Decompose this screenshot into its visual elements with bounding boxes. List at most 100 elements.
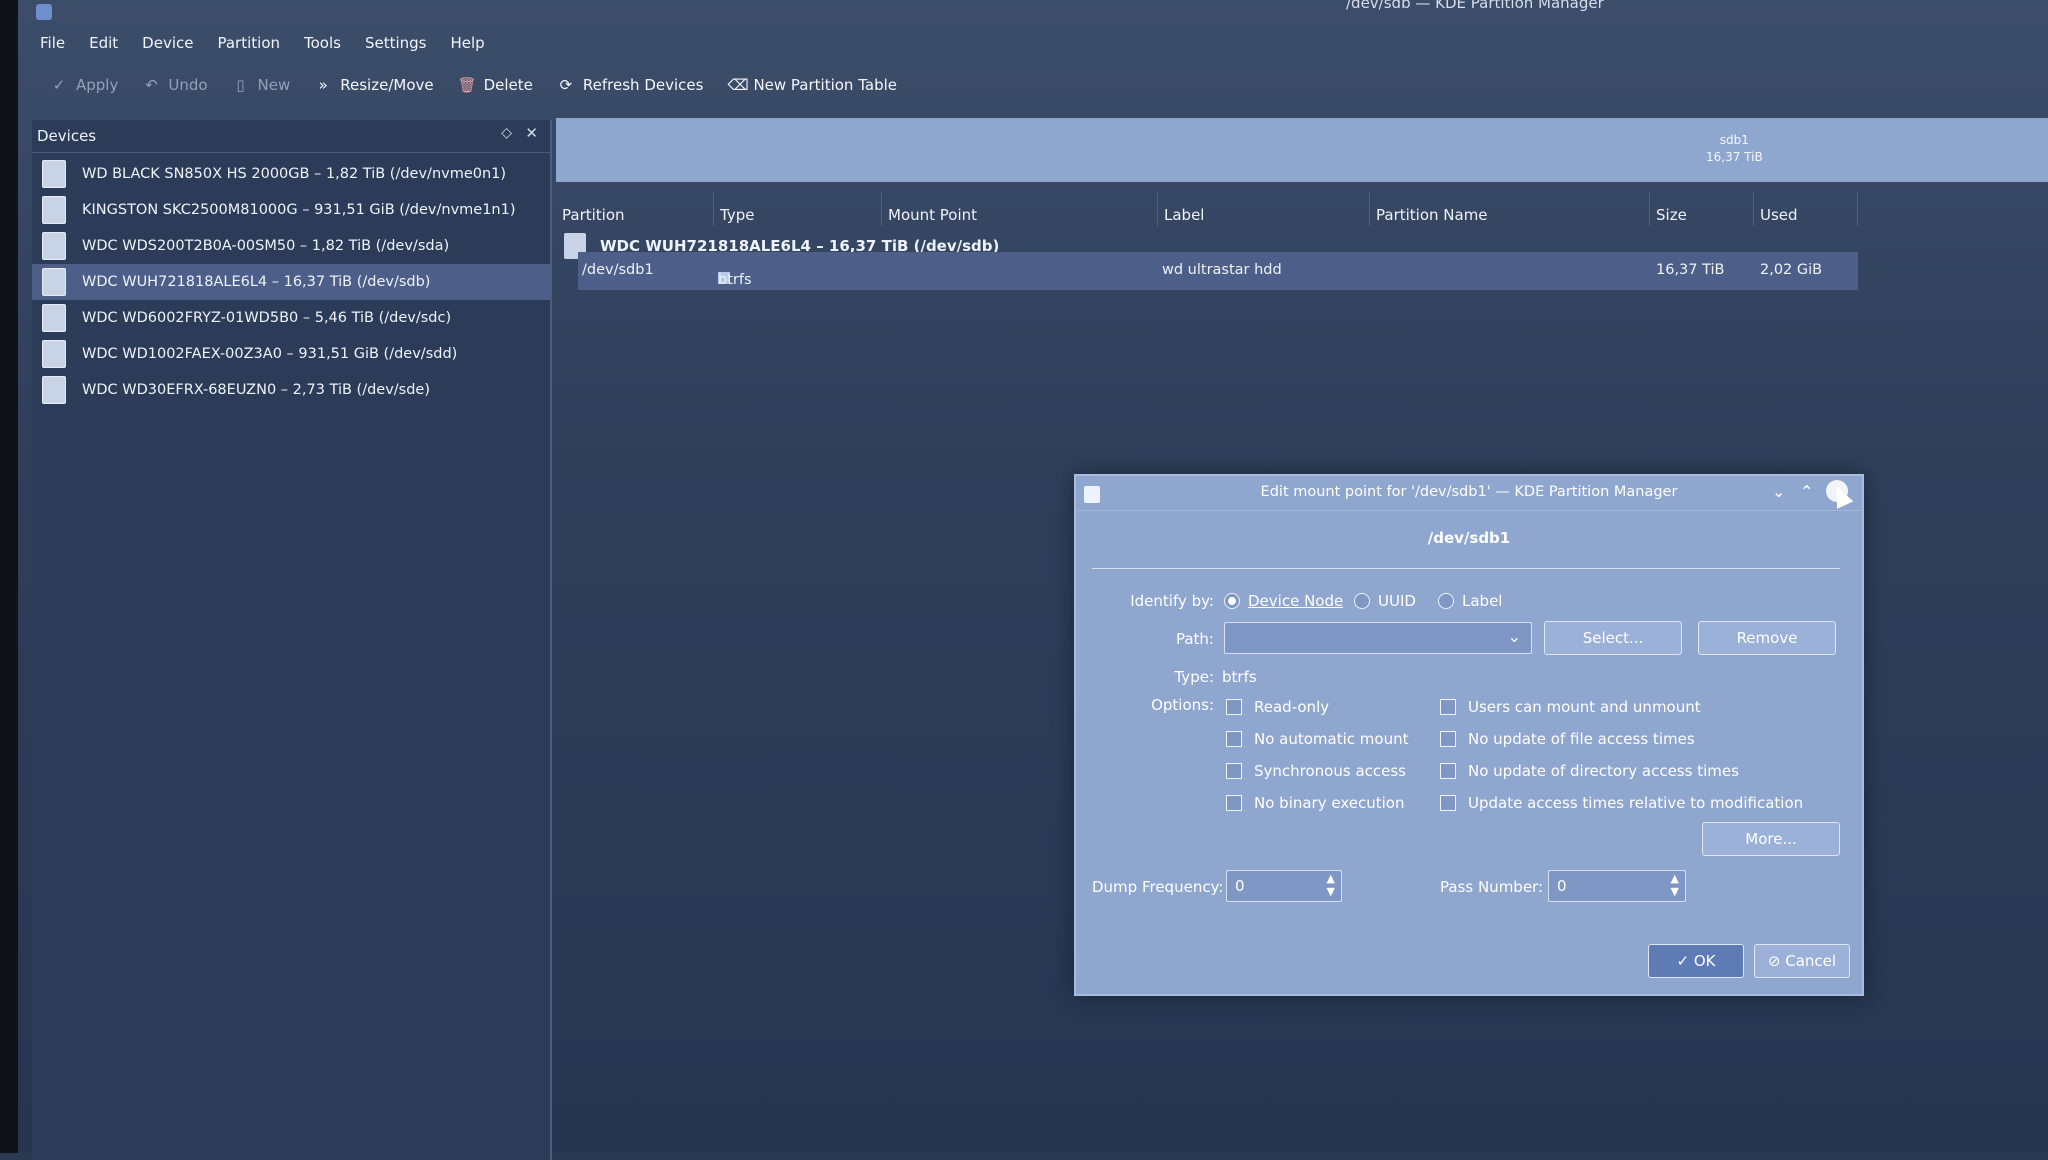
device-label: WDC WD6002FRYZ-01WD5B0 – 5,46 TiB (/dev/… xyxy=(82,310,452,326)
float-panel-icon[interactable]: ◇ xyxy=(501,125,512,141)
undo-button[interactable]: ↶ Undo xyxy=(142,76,207,94)
cell-type-value: btrfs xyxy=(718,272,752,288)
trash-icon: 🗑 xyxy=(457,76,477,94)
column-header-partition[interactable]: Partition xyxy=(556,192,714,226)
column-header-label[interactable]: Label xyxy=(1158,192,1370,226)
new-button[interactable]: ▯ New xyxy=(232,76,291,94)
undo-label: Undo xyxy=(168,76,208,94)
device-item-sda[interactable]: WDC WDS200T2B0A-00SM50 – 1,82 TiB (/dev/… xyxy=(32,228,550,264)
maximize-icon[interactable]: ⌃ xyxy=(1800,482,1813,501)
remove-button[interactable]: Remove xyxy=(1698,621,1836,655)
spin-arrows-icon[interactable]: ▲ ▼ xyxy=(1671,872,1679,898)
window-title: /dev/sdb — KDE Partition Manager xyxy=(1346,0,1604,12)
resize-move-label: Resize/Move xyxy=(340,76,434,94)
dialog-titlebar[interactable]: Edit mount point for '/dev/sdb1' — KDE P… xyxy=(1076,476,1862,511)
option-label: No automatic mount xyxy=(1254,730,1409,748)
toolbar: ✓ Apply ↶ Undo ▯ New » Resize/Move 🗑 Del… xyxy=(50,76,921,94)
device-item-sdb[interactable]: WDC WUH721818ALE6L4 – 16,37 TiB (/dev/sd… xyxy=(32,264,550,300)
cell-used: 2,02 GiB xyxy=(1760,262,1823,278)
spin-arrows-icon[interactable]: ▲ ▼ xyxy=(1327,872,1335,898)
column-header-used[interactable]: Used xyxy=(1754,192,1858,226)
device-label: WD BLACK SN850X HS 2000GB – 1,82 TiB (/d… xyxy=(82,166,507,182)
options-label: Options: xyxy=(1151,696,1214,714)
option-no-file-atime[interactable]: No update of file access times xyxy=(1440,730,1695,748)
checkbox xyxy=(1226,795,1242,811)
cancel-button[interactable]: ⊘ Cancel xyxy=(1754,944,1850,978)
dump-frequency-spinbox[interactable]: 0 ▲ ▼ xyxy=(1226,870,1342,902)
delete-button[interactable]: 🗑 Delete xyxy=(458,76,533,94)
device-label: WDC WD1002FAEX-00Z3A0 – 931,51 GiB (/dev… xyxy=(82,346,458,362)
radio-device-node[interactable]: Device Node xyxy=(1224,592,1343,610)
radio-indicator xyxy=(1224,593,1240,609)
option-no-dir-atime[interactable]: No update of directory access times xyxy=(1440,762,1739,780)
new-table-label: New Partition Table xyxy=(753,76,897,94)
refresh-label: Refresh Devices xyxy=(582,76,704,94)
drive-icon xyxy=(42,340,66,368)
checkbox xyxy=(1226,699,1242,715)
path-label: Path: xyxy=(1175,630,1214,648)
menu-settings[interactable]: Settings xyxy=(365,34,427,52)
resize-move-button[interactable]: » Resize/Move xyxy=(314,76,434,94)
option-label: Users can mount and unmount xyxy=(1468,698,1701,716)
device-item-sde[interactable]: WDC WD30EFRX-68EUZN0 – 2,73 TiB (/dev/sd… xyxy=(32,372,550,408)
partition-graph-size: 16,37 TiB xyxy=(1706,150,1763,164)
select-button[interactable]: Select... xyxy=(1544,621,1682,655)
apply-button[interactable]: ✓ Apply xyxy=(50,76,119,94)
option-no-automatic-mount[interactable]: No automatic mount xyxy=(1226,730,1408,748)
new-label: New xyxy=(257,76,291,94)
option-users-can-mount[interactable]: Users can mount and unmount xyxy=(1440,698,1701,716)
device-item-nvme1n1[interactable]: KINGSTON SKC2500M81000G – 931,51 GiB (/d… xyxy=(32,192,550,228)
menu-tools[interactable]: Tools xyxy=(304,34,341,52)
column-header-partition-name[interactable]: Partition Name xyxy=(1370,192,1650,226)
option-no-binary-execution[interactable]: No binary execution xyxy=(1226,794,1404,812)
drive-icon xyxy=(42,196,66,224)
menu-file[interactable]: File xyxy=(40,34,65,52)
path-combobox[interactable]: ⌄ xyxy=(1224,622,1532,654)
menu-partition[interactable]: Partition xyxy=(217,34,280,52)
double-chevron-right-icon: » xyxy=(318,76,328,94)
cancel-icon: ⊘ xyxy=(1767,952,1786,970)
column-header-size[interactable]: Size xyxy=(1650,192,1754,226)
checkmark-icon: ✓ xyxy=(52,76,66,94)
edit-mount-point-dialog: Edit mount point for '/dev/sdb1' — KDE P… xyxy=(1074,474,1864,996)
option-label: Read-only xyxy=(1254,698,1330,716)
ok-button[interactable]: ✓ OK xyxy=(1648,944,1744,978)
menu-edit[interactable]: Edit xyxy=(89,34,118,52)
pass-number-value: 0 xyxy=(1557,877,1567,895)
partition-graph[interactable]: sdb1 16,37 TiB xyxy=(556,118,2048,182)
dialog-heading: /dev/sdb1 xyxy=(1427,529,1511,547)
device-list: WD BLACK SN850X HS 2000GB – 1,82 TiB (/d… xyxy=(32,156,550,408)
close-panel-icon[interactable]: ✕ xyxy=(525,124,538,142)
cell-label: wd ultrastar hdd xyxy=(1162,262,1282,278)
radio-uuid[interactable]: UUID xyxy=(1354,592,1416,610)
column-header-mount-point[interactable]: Mount Point xyxy=(882,192,1158,226)
option-label: No update of file access times xyxy=(1468,730,1695,748)
partition-graph-name: sdb1 xyxy=(1719,133,1749,147)
menu-device[interactable]: Device xyxy=(142,34,193,52)
pass-number-spinbox[interactable]: 0 ▲ ▼ xyxy=(1548,870,1686,902)
partition-graph-label: sdb1 16,37 TiB xyxy=(1706,132,1763,166)
more-button[interactable]: More... xyxy=(1702,822,1840,856)
divider xyxy=(1092,568,1840,569)
device-item-sdd[interactable]: WDC WD1002FAEX-00Z3A0 – 931,51 GiB (/dev… xyxy=(32,336,550,372)
device-label: WDC WUH721818ALE6L4 – 16,37 TiB (/dev/sd… xyxy=(82,274,431,290)
option-relatime[interactable]: Update access times relative to modifica… xyxy=(1440,794,1803,812)
new-partition-table-button[interactable]: ⌫ New Partition Table xyxy=(727,76,897,94)
dialog-title: Edit mount point for '/dev/sdb1' — KDE P… xyxy=(1260,484,1678,500)
clear-table-icon: ⌫ xyxy=(727,76,749,94)
checkmark-icon: ✓ xyxy=(1676,952,1694,970)
minimize-icon[interactable]: ⌄ xyxy=(1772,482,1785,501)
radio-label-label: Label xyxy=(1462,592,1503,610)
device-item-nvme0n1[interactable]: WD BLACK SN850X HS 2000GB – 1,82 TiB (/d… xyxy=(32,156,550,192)
column-header-type[interactable]: Type xyxy=(714,192,882,226)
menu-help[interactable]: Help xyxy=(450,34,484,52)
screen: /dev/sdb — KDE Partition Manager File Ed… xyxy=(0,0,2048,1160)
drive-icon xyxy=(42,376,66,404)
option-synchronous-access[interactable]: Synchronous access xyxy=(1226,762,1406,780)
option-read-only[interactable]: Read-only xyxy=(1226,698,1329,716)
device-item-sdc[interactable]: WDC WD6002FRYZ-01WD5B0 – 5,46 TiB (/dev/… xyxy=(32,300,550,336)
radio-label[interactable]: Label xyxy=(1438,592,1502,610)
refresh-devices-button[interactable]: ⟳ Refresh Devices xyxy=(557,76,704,94)
menubar: File Edit Device Partition Tools Setting… xyxy=(40,34,509,52)
table-row[interactable]: /dev/sdb1 btrfs wd ultrastar hdd 16,37 T… xyxy=(578,252,1858,290)
